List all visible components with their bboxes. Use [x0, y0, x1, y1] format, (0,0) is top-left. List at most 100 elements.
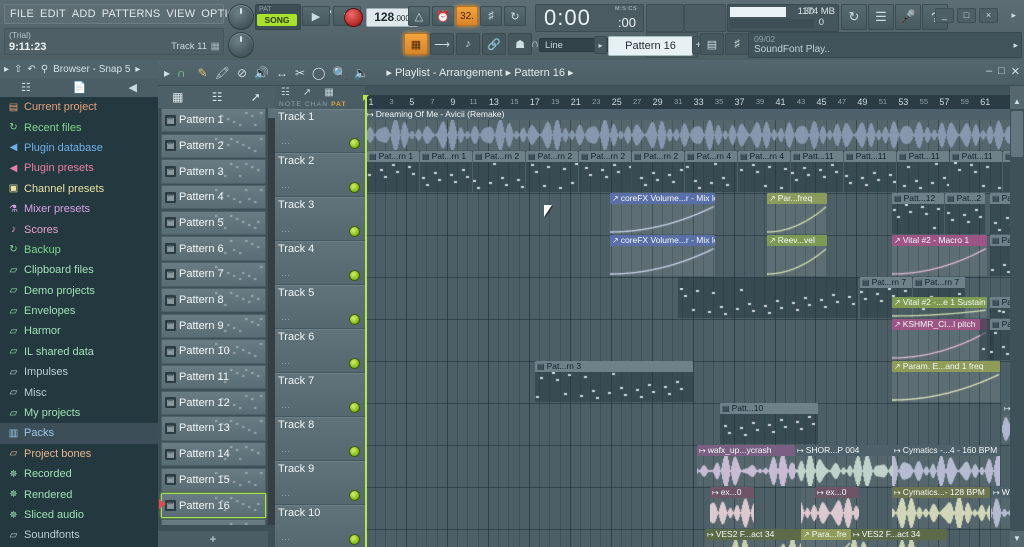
mute-tool-icon[interactable]: ⊘	[237, 66, 247, 80]
playlist-clip[interactable]: ↗coreFX Volume...r - Mix level	[610, 235, 715, 276]
track-enable-led[interactable]	[349, 358, 360, 369]
magnet-snap-icon[interactable]: ∩	[177, 66, 186, 80]
pattern-tab-piano-icon[interactable]: ▦	[172, 90, 183, 104]
playlist-scroll-thumb[interactable]	[1011, 111, 1023, 157]
playlist-clip[interactable]: ▤Pa...1	[1003, 151, 1010, 192]
playlist-clip[interactable]: ↗ Reev...vel	[767, 235, 827, 276]
playlist-clip[interactable]: ▤Pa...6	[990, 297, 1010, 318]
maximize-button[interactable]: □	[957, 8, 976, 23]
pattern-row[interactable]: ▤ Pattern 2	[161, 133, 266, 159]
playlist-clip[interactable]: ▤ Pat...rn 2	[526, 151, 578, 192]
playlist-clip[interactable]: ▤Pa...2	[990, 193, 1010, 234]
piano-roll-icon[interactable]: ♯	[725, 33, 749, 55]
track-enable-led[interactable]	[349, 446, 360, 457]
clip-header[interactable]: ↦VE...0	[1002, 403, 1010, 414]
playlist-clip[interactable]: ▤ Pat...rn 2	[473, 151, 525, 192]
playlist-clip[interactable]: ↦ ex...0	[815, 487, 859, 528]
pattern-panel-tabs[interactable]: ▦ ☷ ➚	[158, 86, 275, 108]
playlist-clip[interactable]: ↦VE...0	[1002, 403, 1010, 444]
track-header[interactable]: Track 1 ⋯	[275, 109, 365, 153]
cut-tool-icon[interactable]: ✂	[295, 66, 305, 80]
zoom-tool-icon[interactable]: 🔍	[332, 66, 347, 80]
browser-item-backup[interactable]: ↻ Backup	[0, 240, 158, 260]
menu-bar[interactable]: FILE EDIT ADD PATTERNS VIEW OPTIONS TOOL…	[4, 4, 332, 24]
clip-header[interactable]: ▤ Pat...rn 7	[860, 277, 912, 288]
playlist-menu-arrow-icon[interactable]: ▸	[164, 66, 170, 80]
browser-up-icon[interactable]: ⇧	[14, 64, 22, 75]
browser-item-plugin-database[interactable]: ◀ Plugin database	[0, 138, 158, 158]
pattern-row[interactable]: ▤Pattern 17	[161, 519, 266, 525]
track-header[interactable]: Track 2 ⋯	[275, 153, 365, 197]
clip-header[interactable]: ▤Pa...3	[990, 319, 1010, 330]
browser-header[interactable]: ▸ ⇧ ↶ ⚲ Browser - Snap 5 ▸	[0, 60, 158, 78]
pattern-row[interactable]: ▤ Pattern 7	[161, 262, 266, 287]
clip-header[interactable]: ↦ wafx_up...ycrash	[697, 445, 795, 456]
track-header[interactable]: Track 4 ⋯	[275, 241, 365, 285]
clip-header[interactable]: ▤ Pat...rn 2	[632, 151, 684, 162]
playlist-clip[interactable]: ▤ Patt...11	[791, 151, 843, 192]
playlist-clip[interactable]: ▤ Pat...rn 1	[367, 151, 419, 192]
playlist-clip[interactable]: ▤Pa...5	[990, 235, 1010, 276]
browser-item-il-shared-data[interactable]: ▱ IL shared data	[0, 342, 158, 362]
playlist-clip[interactable]: ↦ SHOR...P 004	[795, 445, 893, 486]
clip-header[interactable]: ↗ Par...freq	[767, 193, 827, 204]
track-wave-icon[interactable]: ☷	[281, 87, 290, 98]
overdub-button[interactable]: ♯	[480, 6, 502, 26]
playlist-clip[interactable]: ▤ Patt...11	[844, 151, 896, 192]
browser-item-packs[interactable]: ▥ Packs	[0, 423, 158, 444]
browser-item-harmor[interactable]: ▱ Harmor	[0, 321, 158, 341]
playlist-clip[interactable]: ▤ Patt...10	[720, 403, 818, 444]
menu-item-add[interactable]: ADD	[72, 8, 96, 20]
browser-item-scores[interactable]: ♪ Scores	[0, 219, 158, 239]
browser-item-current-project[interactable]: ▤ Current project	[0, 97, 158, 117]
playlist-clip[interactable]: ▤ Pat...rn 1	[420, 151, 472, 192]
playlist-clip[interactable]: ▤ Pat...2	[945, 193, 985, 234]
browser-item-sliced-audio[interactable]: ✵ Sliced audio	[0, 505, 158, 525]
master-pitch-knob[interactable]	[228, 4, 254, 30]
record-button[interactable]	[344, 8, 363, 27]
pattern-tab-audio-icon[interactable]: ☷	[212, 90, 223, 104]
pattern-prev-button[interactable]: ▸	[594, 36, 607, 54]
browser-next-icon[interactable]: ▸	[135, 64, 140, 75]
track-name-column[interactable]: Track 1 ⋯ Track 2 ⋯ Track 3 ⋯ Track 4 ⋯ Track 5 ⋯…	[275, 109, 365, 547]
pattern-row[interactable]: ▤ Pattern 3	[161, 159, 266, 184]
playlist-clip[interactable]: ▤Pa...3	[990, 319, 1010, 360]
playlist-clip[interactable]: ↦ Cymatics...- 128 BPM	[892, 487, 990, 528]
playlist-clip[interactable]: ▤ Pat...rn 2	[579, 151, 631, 192]
playlist-clip[interactable]	[801, 487, 815, 528]
clip-header[interactable]: ↦ ex...0	[815, 487, 859, 498]
clip-header[interactable]: ▤ Patt...11	[950, 151, 1002, 162]
clip-header[interactable]: ▤ Pat...rn 2	[579, 151, 631, 162]
browser-item-misc[interactable]: ▱ Misc	[0, 382, 158, 402]
pattern-tab-automation-icon[interactable]: ➚	[251, 90, 261, 104]
browser-item-project-bones[interactable]: ▱ Project bones	[0, 444, 158, 464]
browser-item-recent-files[interactable]: ↻ Recent files	[0, 117, 158, 137]
clip-header[interactable]: ▤ Pat...2	[945, 193, 985, 204]
close-button[interactable]: ×	[979, 8, 998, 23]
menu-item-patterns[interactable]: PATTERNS	[102, 8, 161, 20]
pattern-row[interactable]: ▤ Pattern 11	[161, 364, 266, 390]
clip-header[interactable]: ▤Pa...1	[1003, 151, 1010, 162]
track-header[interactable]: Track 9 ⋯	[275, 461, 365, 505]
playlist-clip[interactable]: ↗ Par...freq	[767, 193, 827, 234]
playlist-clip[interactable]: ▤ Pat...rn 2	[632, 151, 684, 192]
clip-header[interactable]: ▤ Patt...11	[844, 151, 896, 162]
minimize-button[interactable]: _	[935, 8, 954, 23]
clip-header[interactable]: ↗ Reev...vel	[767, 235, 827, 246]
playlist-clip[interactable]: ↦ Cymatics -...4 - 160 BPM	[892, 445, 1000, 486]
clip-header[interactable]: ▤ Pat...rn 4	[738, 151, 790, 162]
playlist-clip[interactable]: ▤ Pat...rn 3	[535, 361, 693, 402]
pattern-row[interactable]: ▤ Pattern 10	[161, 339, 266, 364]
clip-header[interactable]: ↦ Cymatics...- 128 BPM	[892, 487, 990, 498]
track-enable-led[interactable]	[349, 490, 360, 501]
pattern-song-switch[interactable]: PAT SONG	[255, 4, 301, 30]
clip-header[interactable]: ▤ Pat...rn 2	[473, 151, 525, 162]
playlist-minimize-icon[interactable]: –	[986, 65, 992, 78]
clip-header[interactable]: ▤Pa...6	[990, 297, 1010, 308]
wait-for-input-button[interactable]: ⏰	[432, 6, 454, 26]
clip-header[interactable]: ▤ Pat...rn 2	[526, 151, 578, 162]
clip-header[interactable]: ↗ Param. E...and 1 freq	[892, 361, 1000, 372]
browser-item-envelopes[interactable]: ▱ Envelopes	[0, 301, 158, 321]
playlist-ruler[interactable]: 1 3 5 7 9 11 13 15 17 19 21 23 25 27 29 31 33 35 37 39 41 43 4…	[365, 95, 1010, 109]
clip-header[interactable]: ↦ Cymatics -...4 - 160 BPM	[892, 445, 1000, 456]
